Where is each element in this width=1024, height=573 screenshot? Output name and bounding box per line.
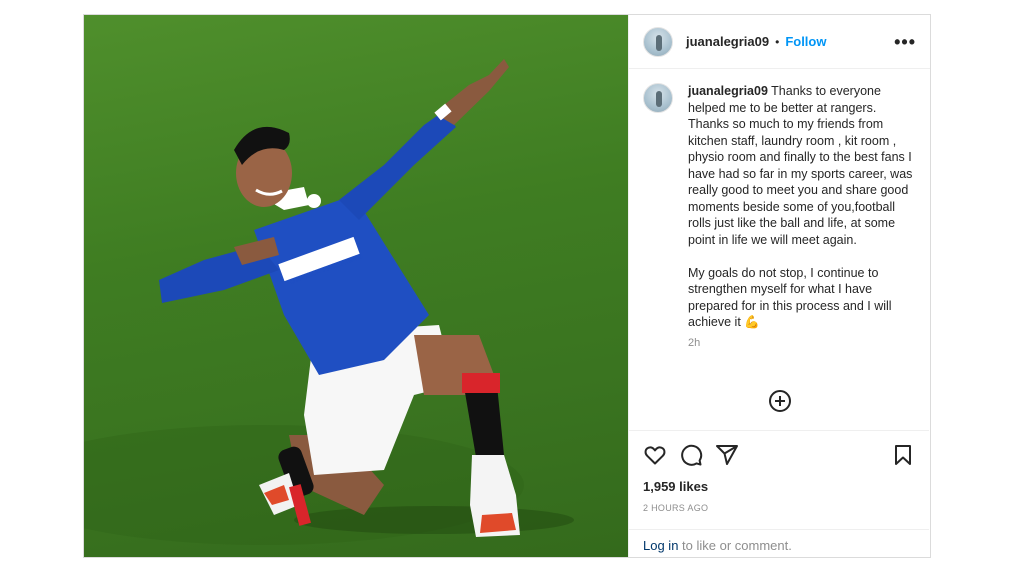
instagram-post: GARNICK PACKAGING juanalegria09 • Follow… <box>83 14 931 558</box>
post-header: juanalegria09 • Follow ••• <box>629 15 930 69</box>
heart-icon[interactable] <box>643 443 667 467</box>
caption-body: juanalegria09 Thanks to everyone helped … <box>688 83 916 430</box>
post-sidebar: juanalegria09 • Follow ••• juanalegria09… <box>628 15 930 557</box>
post-actions: 1,959 likes 2 HOURS AGO Log in to like o… <box>629 430 929 559</box>
caption-section: juanalegria09 Thanks to everyone helped … <box>629 69 930 430</box>
action-icon-row <box>643 443 915 467</box>
share-icon[interactable] <box>715 443 739 467</box>
more-options-icon[interactable]: ••• <box>894 33 916 51</box>
caption-timestamp: 2h <box>688 336 701 349</box>
add-comment-plus-icon[interactable] <box>768 389 792 413</box>
footballer-dab-photo: GARNICK PACKAGING <box>84 59 574 545</box>
likes-count[interactable]: 1,959 likes <box>643 479 708 494</box>
caption-text: juanalegria09 Thanks to everyone helped … <box>688 83 916 331</box>
username-link[interactable]: juanalegria09 <box>686 34 769 49</box>
post-photo[interactable]: GARNICK PACKAGING <box>84 15 628 557</box>
follow-button[interactable]: Follow <box>785 34 826 49</box>
separator-dot: • <box>775 34 780 49</box>
caption-username-link[interactable]: juanalegria09 <box>688 84 768 98</box>
comment-icon[interactable] <box>679 443 703 467</box>
bookmark-icon[interactable] <box>891 443 915 467</box>
caption-avatar[interactable] <box>643 83 673 113</box>
login-prompt-text: to like or comment. <box>678 538 792 553</box>
caption-message: Thanks to everyone helped me to be bette… <box>688 84 913 329</box>
post-timestamp: 2 HOURS AGO <box>643 503 709 513</box>
login-link[interactable]: Log in <box>643 538 678 553</box>
login-prompt: Log in to like or comment. <box>629 529 929 559</box>
avatar[interactable] <box>643 26 673 57</box>
